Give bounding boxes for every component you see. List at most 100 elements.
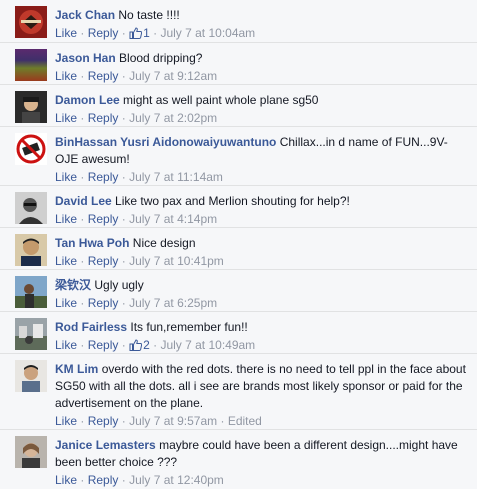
like-link[interactable]: Like [55,254,77,268]
separator: · [80,212,85,226]
comment-item: Damon Lee might as well paint whole plan… [0,84,477,126]
comment-actions: Like · Reply · July 7 at 12:40pm [55,472,469,488]
timestamp[interactable]: July 7 at 10:04am [160,26,255,40]
comment-item: BinHassan Yusri Aidonowaiyuwantuno Chill… [0,126,477,185]
like-link[interactable]: Like [55,473,77,487]
author-name[interactable]: Janice Lemasters [55,438,156,452]
avatar[interactable] [15,360,47,392]
author-name[interactable]: Jason Han [55,51,116,65]
comment-text: Ugly ugly [94,278,144,292]
comment-text: Blood dripping? [119,51,203,65]
separator: · [80,111,85,125]
comment-text: Nice design [132,236,196,250]
comment-actions: Like · Reply · July 7 at 6:25pm [55,295,469,311]
like-link[interactable]: Like [55,212,77,226]
timestamp[interactable]: July 7 at 11:14am [129,170,223,184]
separator: · [80,473,85,487]
author-name[interactable]: BinHassan Yusri Aidonowaiyuwantuno [55,135,276,149]
reply-link[interactable]: Reply [88,254,119,268]
separator: · [220,414,225,428]
like-count[interactable]: 1 [129,26,150,40]
separator: · [80,26,85,40]
author-name[interactable]: Rod Fairless [55,320,127,334]
separator: · [80,296,85,310]
avatar[interactable] [15,133,47,165]
comment-item: Jason Han Blood dripping? Like · Reply ·… [0,42,477,84]
like-link[interactable]: Like [55,69,77,83]
separator: · [153,26,158,40]
reply-link[interactable]: Reply [88,414,119,428]
comment-actions: Like · Reply · July 7 at 4:14pm [55,211,469,227]
author-name[interactable]: Damon Lee [55,93,120,107]
comment-text: Its fun,remember fun!! [130,320,248,334]
comment-actions: Like · Reply · July 7 at 10:41pm [55,253,469,269]
separator: · [121,338,126,352]
author-name[interactable]: David Lee [55,194,112,208]
separator: · [80,338,85,352]
reply-link[interactable]: Reply [88,473,119,487]
avatar[interactable] [15,49,47,81]
separator: · [121,212,126,226]
comment-actions: Like · Reply · 1 · July 7 at 10:04am [55,25,469,43]
like-count[interactable]: 2 [129,338,150,352]
separator: · [121,170,126,184]
separator: · [80,170,85,184]
comment-actions: Like · Reply · July 7 at 11:14am [55,169,469,185]
author-name[interactable]: Jack Chan [55,8,115,22]
separator: · [121,473,126,487]
comment-item: Janice Lemasters maybre could have been … [0,429,477,489]
comment-item: KM Lim overdo with the red dots. there i… [0,353,477,429]
timestamp[interactable]: July 7 at 9:12am [129,69,217,83]
reply-link[interactable]: Reply [88,212,119,226]
timestamp[interactable]: July 7 at 2:02pm [129,111,217,125]
comment-actions: Like · Reply · July 7 at 9:57am · Edited [55,413,469,429]
avatar[interactable] [15,192,47,224]
comment-thread: Jack Chan No taste !!!! Like · Reply · 1… [0,0,477,487]
comment-text: might as well paint whole plane sg50 [123,93,319,107]
avatar[interactable] [15,276,47,308]
like-link[interactable]: Like [55,170,77,184]
comment-item: David Lee Like two pax and Merlion shout… [0,185,477,227]
separator: · [80,254,85,268]
edited-label[interactable]: Edited [228,414,262,428]
reply-link[interactable]: Reply [88,26,119,40]
separator: · [121,69,126,83]
like-link[interactable]: Like [55,338,77,352]
avatar[interactable] [15,6,47,38]
comment-text: Like two pax and Merlion shouting for he… [115,194,350,208]
reply-link[interactable]: Reply [88,69,119,83]
comment-actions: Like · Reply · July 7 at 2:02pm [55,110,469,126]
like-link[interactable]: Like [55,111,77,125]
separator: · [80,414,85,428]
avatar[interactable] [15,91,47,123]
separator: · [121,26,126,40]
timestamp[interactable]: July 7 at 10:49am [160,338,255,352]
timestamp[interactable]: July 7 at 6:25pm [129,296,217,310]
avatar[interactable] [15,234,47,266]
separator: · [80,69,85,83]
comment-item: Tan Hwa Poh Nice design Like · Reply · J… [0,227,477,269]
comment-item: 梁钦汉 Ugly ugly Like · Reply · July 7 at 6… [0,269,477,311]
like-link[interactable]: Like [55,414,77,428]
timestamp[interactable]: July 7 at 9:57am [129,414,217,428]
reply-link[interactable]: Reply [88,170,119,184]
avatar[interactable] [15,436,47,468]
comment-item: Jack Chan No taste !!!! Like · Reply · 1… [0,0,477,42]
comment-actions: Like · Reply · July 7 at 9:12am [55,68,469,84]
author-name[interactable]: Tan Hwa Poh [55,236,129,250]
separator: · [121,414,126,428]
like-link[interactable]: Like [55,296,77,310]
timestamp[interactable]: July 7 at 4:14pm [129,212,217,226]
reply-link[interactable]: Reply [88,111,119,125]
avatar[interactable] [15,318,47,350]
like-link[interactable]: Like [55,26,77,40]
author-name[interactable]: 梁钦汉 [55,278,91,292]
comment-text: No taste !!!! [118,8,180,22]
separator: · [121,296,126,310]
author-name[interactable]: KM Lim [55,362,98,376]
timestamp[interactable]: July 7 at 10:41pm [129,254,224,268]
reply-link[interactable]: Reply [88,296,119,310]
reply-link[interactable]: Reply [88,338,119,352]
timestamp[interactable]: July 7 at 12:40pm [129,473,224,487]
comment-item: Rod Fairless Its fun,remember fun!! Like… [0,311,477,353]
